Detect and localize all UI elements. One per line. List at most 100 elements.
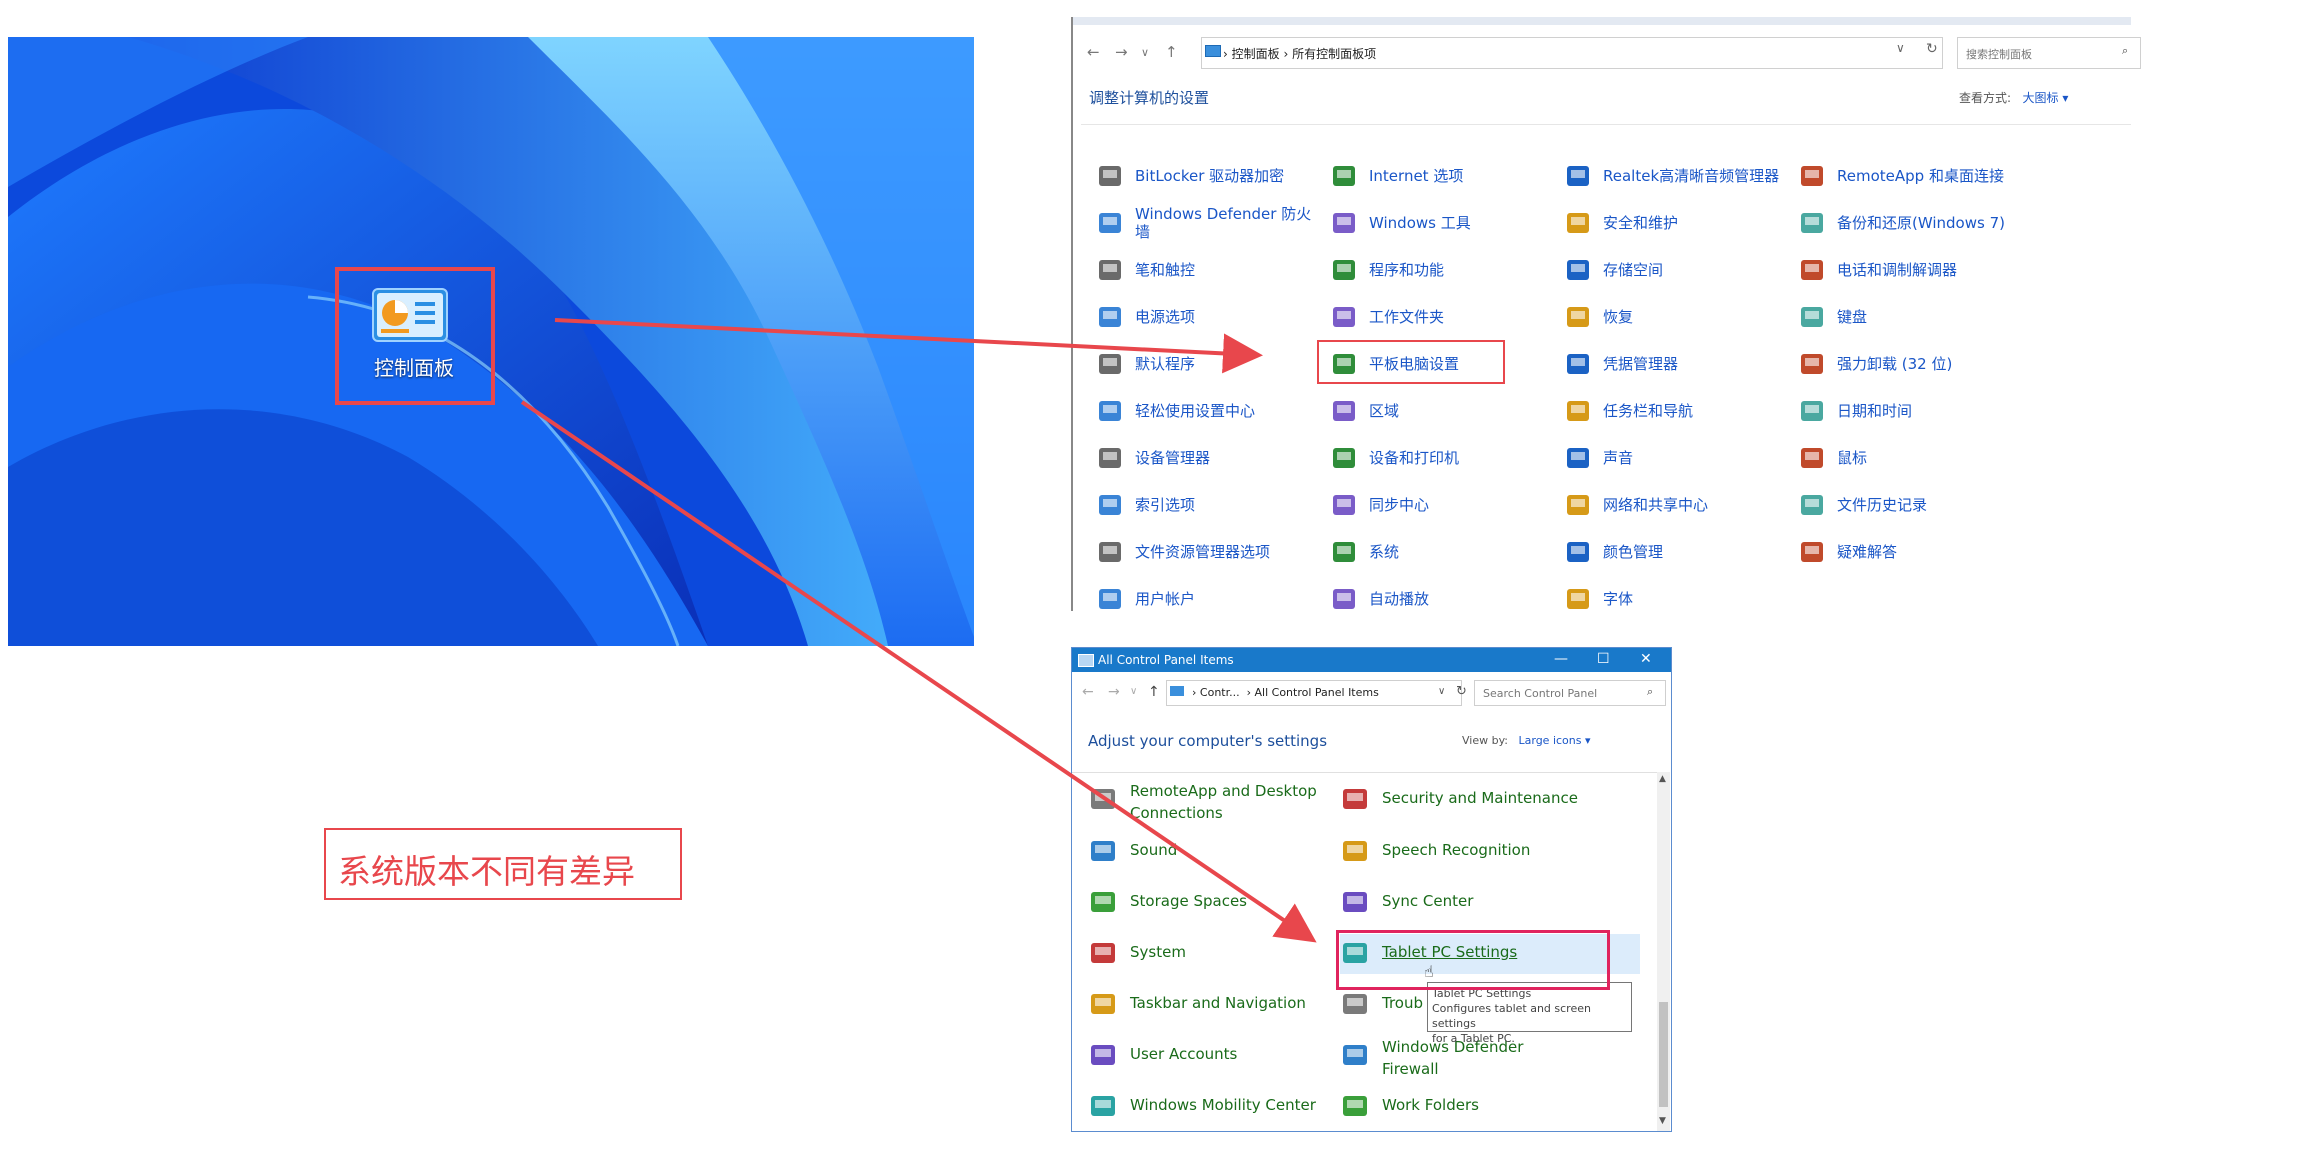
cp-item[interactable]: 存储空间: [1563, 251, 1783, 287]
cp-item[interactable]: 凭据管理器: [1563, 345, 1783, 381]
up-icon[interactable]: ↑: [1148, 684, 1160, 700]
cp-item-icon: [1095, 161, 1125, 191]
breadcrumb-control-panel[interactable]: Contr...: [1200, 686, 1240, 699]
cp-item[interactable]: BitLocker 驱动器加密: [1095, 157, 1315, 193]
cp-item[interactable]: Sound: [1088, 832, 1328, 872]
cp-item-label: 电话和调制解调器: [1837, 261, 1958, 279]
cp-item[interactable]: 文件资源管理器选项: [1095, 533, 1315, 569]
search-input[interactable]: Search Control Panel ⌕: [1474, 680, 1666, 706]
breadcrumb-control-panel[interactable]: 控制面板: [1232, 47, 1280, 61]
cp-item[interactable]: 任务栏和导航: [1563, 392, 1783, 428]
forward-icon[interactable]: →: [1108, 684, 1120, 700]
scrollbar-thumb[interactable]: [1659, 1002, 1668, 1107]
cp-item[interactable]: 日期和时间: [1797, 392, 2017, 428]
close-icon[interactable]: ✕: [1640, 651, 1652, 667]
cp-item-label: 凭据管理器: [1603, 355, 1679, 373]
cp-item[interactable]: 轻松使用设置中心: [1095, 392, 1315, 428]
cp-item[interactable]: RemoteApp 和桌面连接: [1797, 157, 2017, 193]
cp-item[interactable]: RemoteApp and Desktop Connections: [1088, 780, 1328, 822]
cp-item[interactable]: 程序和功能: [1329, 251, 1549, 287]
cp-item[interactable]: Windows 工具: [1329, 204, 1549, 240]
cp-item-label: 索引选项: [1135, 496, 1196, 514]
cp-item-icon: [1095, 349, 1125, 379]
cp-item-label: Troub: [1382, 994, 1424, 1012]
cp-item[interactable]: 网络和共享中心: [1563, 486, 1783, 522]
annotation-note-text: 系统版本不同有差异: [338, 852, 635, 891]
cp-item-label: Security and Maintenance: [1382, 789, 1578, 807]
view-by-dropdown[interactable]: Large icons ▾: [1519, 734, 1591, 747]
scroll-down-icon[interactable]: ▼: [1659, 1116, 1666, 1126]
cp-item[interactable]: 自动播放: [1329, 580, 1549, 616]
vertical-scrollbar[interactable]: ▲ ▼: [1657, 772, 1670, 1131]
cp-item[interactable]: Internet 选项: [1329, 157, 1549, 193]
cp-item[interactable]: 文件历史记录: [1797, 486, 2017, 522]
cp-item[interactable]: 默认程序: [1095, 345, 1315, 381]
cp-item-label: 设备管理器: [1135, 449, 1211, 467]
title-bar: All Control Panel Items — ☐ ✕: [1072, 648, 1671, 672]
cp-item[interactable]: 字体: [1563, 580, 1783, 616]
cp-item-label: 程序和功能: [1369, 261, 1445, 279]
cp-item[interactable]: 系统: [1329, 533, 1549, 569]
history-dropdown-icon[interactable]: ∨: [1130, 686, 1137, 697]
cp-item-label: 工作文件夹: [1369, 308, 1445, 326]
cp-item[interactable]: 疑难解答: [1797, 533, 2017, 569]
breadcrumb-all-items[interactable]: 所有控制面板项: [1292, 47, 1376, 61]
minimize-icon[interactable]: —: [1554, 651, 1568, 667]
cp-item[interactable]: User Accounts: [1088, 1036, 1328, 1076]
scroll-up-icon[interactable]: ▲: [1659, 774, 1666, 784]
back-icon[interactable]: ←: [1082, 684, 1094, 700]
cp-item[interactable]: 恢复: [1563, 298, 1783, 334]
cp-item-icon: [1329, 302, 1359, 332]
cp-item-label: 笔和触控: [1135, 261, 1196, 279]
cp-item[interactable]: Windows Mobility Center: [1088, 1087, 1328, 1127]
cp-item[interactable]: 设备管理器: [1095, 439, 1315, 475]
cp-item[interactable]: Work Folders: [1340, 1087, 1640, 1127]
forward-icon[interactable]: →: [1115, 43, 1128, 61]
cp-item[interactable]: 设备和打印机: [1329, 439, 1549, 475]
cp-item[interactable]: 安全和维护: [1563, 204, 1783, 240]
view-by-label: 查看方式:: [1959, 91, 2012, 105]
cp-item[interactable]: 工作文件夹: [1329, 298, 1549, 334]
cp-item-label: Sync Center: [1382, 892, 1474, 910]
history-dropdown-icon[interactable]: ∨: [1141, 46, 1149, 59]
cp-item[interactable]: Windows Defender 防火墙: [1095, 204, 1315, 241]
address-bar: ← → ∨ ↑ › 控制面板 › 所有控制面板项 ∨ ↻ 搜索控制面板 ⌕: [1081, 35, 2141, 69]
breadcrumb-all-items[interactable]: All Control Panel Items: [1255, 686, 1379, 699]
cp-item[interactable]: 笔和触控: [1095, 251, 1315, 287]
back-icon[interactable]: ←: [1087, 43, 1100, 61]
cp-item[interactable]: 键盘: [1797, 298, 2017, 334]
cp-item[interactable]: Security and Maintenance: [1340, 780, 1640, 820]
cp-item[interactable]: 声音: [1563, 439, 1783, 475]
cp-item[interactable]: 强力卸载 (32 位): [1797, 345, 2017, 381]
chevron-down-icon[interactable]: ∨: [1438, 686, 1445, 697]
chevron-down-icon[interactable]: ∨: [1896, 41, 1905, 55]
window-top-strip: [1071, 17, 2131, 25]
cp-item[interactable]: 鼠标: [1797, 439, 2017, 475]
up-icon[interactable]: ↑: [1165, 43, 1178, 61]
desktop-control-panel-shortcut[interactable]: 控制面板: [335, 267, 495, 417]
view-by-dropdown[interactable]: 大图标 ▾: [2023, 91, 2069, 105]
cp-item[interactable]: 电源选项: [1095, 298, 1315, 334]
cp-item-label: 声音: [1603, 449, 1634, 467]
cp-item[interactable]: System: [1088, 934, 1328, 974]
cp-item[interactable]: Taskbar and Navigation: [1088, 985, 1328, 1025]
refresh-icon[interactable]: ↻: [1926, 41, 1938, 57]
cp-item[interactable]: Speech Recognition: [1340, 832, 1640, 872]
cp-item-label: 任务栏和导航: [1603, 402, 1694, 420]
cp-item[interactable]: Sync Center: [1340, 883, 1640, 923]
cp-item[interactable]: Storage Spaces: [1088, 883, 1328, 923]
cp-item[interactable]: 颜色管理: [1563, 533, 1783, 569]
window-icon: [1078, 654, 1094, 667]
maximize-icon[interactable]: ☐: [1597, 651, 1610, 667]
refresh-icon[interactable]: ↻: [1456, 684, 1467, 699]
cp-item[interactable]: 同步中心: [1329, 486, 1549, 522]
cp-item[interactable]: 备份和还原(Windows 7): [1797, 204, 2017, 240]
cp-item[interactable]: 电话和调制解调器: [1797, 251, 2017, 287]
cp-item[interactable]: 索引选项: [1095, 486, 1315, 522]
search-icon: ⌕: [2122, 44, 2129, 57]
cp-item[interactable]: 区域: [1329, 392, 1549, 428]
search-input[interactable]: 搜索控制面板 ⌕: [1957, 37, 2141, 69]
cp-item[interactable]: Realtek高清晰音频管理器: [1563, 157, 1783, 193]
cp-item-label: Work Folders: [1382, 1096, 1479, 1114]
cp-item[interactable]: 用户帐户: [1095, 580, 1315, 616]
